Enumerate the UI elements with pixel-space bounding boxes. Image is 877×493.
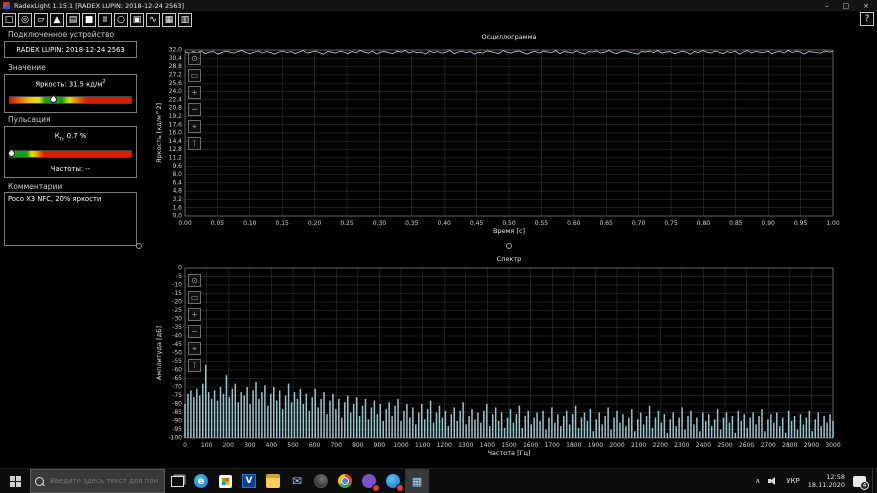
zoom-icon[interactable]: ⊙ bbox=[188, 52, 201, 65]
pan-icon[interactable]: ⌖ bbox=[188, 120, 201, 133]
frequencies-label: Частоты: -- bbox=[50, 165, 91, 173]
unread-badge bbox=[396, 484, 404, 492]
browser-icon bbox=[314, 474, 328, 488]
viber-icon[interactable] bbox=[357, 469, 381, 493]
brightness-scale bbox=[9, 94, 132, 105]
store-icon[interactable] bbox=[213, 469, 237, 493]
box-zoom-icon[interactable]: ▭ bbox=[188, 69, 201, 82]
explorer-icon[interactable] bbox=[261, 469, 285, 493]
white-screen-icon[interactable]: ■ bbox=[82, 13, 96, 27]
zoom-out-icon[interactable]: − bbox=[188, 103, 201, 116]
maximize-button[interactable]: □ bbox=[843, 2, 850, 10]
oscillogram-icon[interactable]: ʬ bbox=[98, 13, 112, 27]
explorer-icon bbox=[266, 474, 280, 488]
pulsation-marker[interactable] bbox=[6, 148, 17, 159]
export-icon[interactable]: ▲ bbox=[50, 13, 64, 27]
spectrum-chart[interactable] bbox=[150, 252, 872, 464]
card-icon[interactable]: ▥ bbox=[178, 13, 192, 27]
spectrum-toolbar: ⊙ ▭ + − ⌖ ⊺ bbox=[188, 274, 201, 376]
notification-center-icon[interactable]: 4 bbox=[853, 475, 869, 490]
comments-section-label: Комментарии bbox=[8, 182, 63, 191]
edge-icon[interactable]: e bbox=[189, 469, 213, 493]
help-button[interactable]: ? bbox=[860, 12, 874, 26]
messenger-icon[interactable] bbox=[381, 469, 405, 493]
hidden-icons-chevron-icon[interactable]: ∧ bbox=[755, 477, 760, 485]
taskbar: e V ✉ ▦ ∧ УКР 12:58 18.11.2020 4 bbox=[0, 468, 877, 493]
new-window-icon[interactable]: □ bbox=[2, 13, 16, 27]
comments-box[interactable]: Poco X3 NFC, 20% яркости bbox=[4, 192, 137, 246]
unread-badge bbox=[372, 484, 380, 492]
task-view-button[interactable] bbox=[165, 469, 189, 493]
brightness-marker[interactable] bbox=[48, 94, 58, 105]
search-icon bbox=[35, 476, 44, 486]
ring-icon[interactable]: ○ bbox=[114, 13, 128, 27]
clock-display-icon[interactable]: ▣ bbox=[130, 13, 144, 27]
value-section-label: Значение bbox=[8, 63, 46, 72]
close-button[interactable]: × bbox=[863, 2, 869, 10]
mail-icon: ✉ bbox=[291, 474, 303, 488]
chrome-icon bbox=[338, 474, 352, 488]
pan-icon[interactable]: ⌖ bbox=[188, 342, 201, 355]
taskbar-apps: e V ✉ ▦ bbox=[189, 469, 429, 493]
edge-icon: e bbox=[194, 474, 208, 488]
volume-icon[interactable] bbox=[768, 476, 778, 486]
zoom-out-icon[interactable]: − bbox=[188, 325, 201, 338]
reset-icon[interactable]: ⊺ bbox=[188, 137, 201, 150]
open-file-icon[interactable]: ▱ bbox=[34, 13, 48, 27]
radexlight-icon[interactable]: ▦ bbox=[405, 469, 429, 493]
taskbar-clock[interactable]: 12:58 18.11.2020 bbox=[808, 473, 845, 489]
device-name: RADEX LUPIN: 2018-12-24 2563 bbox=[16, 46, 125, 54]
oscillogram-toolbar: ⊙ ▭ + − ⌖ ⊺ bbox=[188, 52, 201, 154]
task-view-icon bbox=[170, 475, 184, 487]
show-desktop-button[interactable] bbox=[872, 469, 877, 493]
start-button[interactable] bbox=[0, 469, 30, 493]
measurement-icon[interactable]: ∿ bbox=[146, 13, 160, 27]
system-tray: ∧ УКР 12:58 18.11.2020 4 bbox=[755, 469, 872, 493]
mail-icon[interactable]: ✉ bbox=[285, 469, 309, 493]
brightness-value: Яркость: 31.5 кд/м2 bbox=[35, 79, 106, 89]
pulsation-value: Кп: 0.7 % bbox=[54, 132, 87, 143]
device-name-box: RADEX LUPIN: 2018-12-24 2563 bbox=[4, 41, 137, 58]
radexlight-icon: ▦ bbox=[411, 474, 423, 488]
search-device-icon[interactable]: ◎ bbox=[18, 13, 32, 27]
store-icon bbox=[218, 474, 232, 488]
oscillogram-chart[interactable] bbox=[150, 30, 872, 242]
pulsation-scale bbox=[6, 148, 132, 159]
zoom-in-icon[interactable]: + bbox=[188, 86, 201, 99]
window-title: RadexLight 1.15.1 [RADEX LUPIN: 2018-12-… bbox=[14, 1, 185, 10]
comment-text[interactable]: Poco X3 NFC, 20% яркости bbox=[8, 195, 101, 203]
v-app-icon[interactable]: V bbox=[237, 469, 261, 493]
language-indicator[interactable]: УКР bbox=[786, 477, 799, 485]
box-zoom-icon[interactable]: ▭ bbox=[188, 291, 201, 304]
search-input[interactable] bbox=[48, 476, 160, 486]
chrome-icon[interactable] bbox=[333, 469, 357, 493]
notification-badge: 4 bbox=[860, 480, 869, 490]
zoom-icon[interactable]: ⊙ bbox=[188, 274, 201, 287]
taskbar-search[interactable] bbox=[30, 469, 165, 493]
pulsation-box: Кп: 0.7 % Частоты: -- bbox=[4, 126, 137, 178]
spectrum-icon[interactable]: ▦ bbox=[162, 13, 176, 27]
minimize-button[interactable]: – bbox=[825, 2, 829, 10]
windows-logo-icon bbox=[9, 475, 21, 487]
brightness-box: Яркость: 31.5 кд/м2 bbox=[4, 74, 137, 113]
app-icon bbox=[3, 2, 10, 9]
comments-resize-handle[interactable] bbox=[136, 243, 142, 249]
save-icon[interactable]: ▤ bbox=[66, 13, 80, 27]
browser-icon[interactable] bbox=[309, 469, 333, 493]
reset-icon[interactable]: ⊺ bbox=[188, 359, 201, 372]
toolbar: □ ◎ ▱ ▲ ▤ ■ ʬ ○ ▣ ∿ ▦ ▥ bbox=[0, 11, 877, 29]
device-section-label: Подключенное устройство bbox=[8, 30, 115, 39]
chart-splitter-handle[interactable] bbox=[506, 243, 512, 249]
title-bar: RadexLight 1.15.1 [RADEX LUPIN: 2018-12-… bbox=[0, 0, 877, 11]
zoom-in-icon[interactable]: + bbox=[188, 308, 201, 321]
pulsation-section-label: Пульсация bbox=[8, 115, 51, 124]
v-app-icon: V bbox=[242, 474, 256, 488]
